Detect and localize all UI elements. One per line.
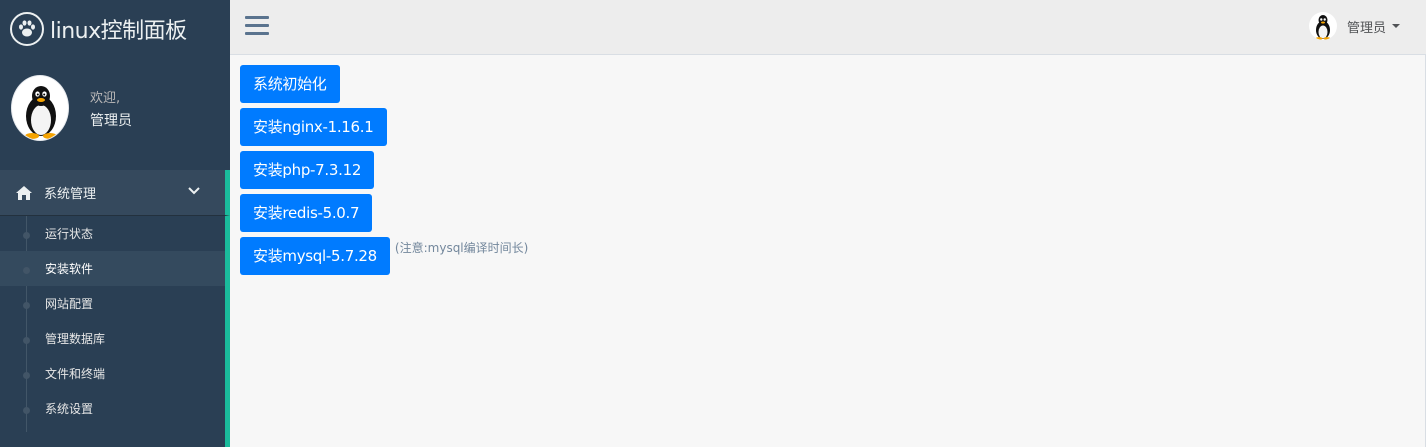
sidebar: linux控制面板 欢迎, 管理员 系统管理 运行状态 安装软件 网站配置 管理…	[0, 0, 230, 447]
sidebar-item-database[interactable]: 管理数据库	[0, 321, 225, 356]
sidebar-item-label: 安装软件	[45, 262, 94, 276]
bullet-icon	[23, 267, 30, 274]
sidebar-item-label: 管理数据库	[45, 332, 106, 346]
sidebar-menu: 系统管理 运行状态 安装软件 网站配置 管理数据库 文件和终端 系统设置	[0, 170, 230, 447]
install-mysql-button[interactable]: 安装mysql-5.7.28	[240, 237, 390, 275]
avatar	[1308, 12, 1337, 40]
chevron-down-icon	[188, 187, 200, 195]
app-title: linux控制面板	[50, 18, 187, 44]
paw-icon	[10, 11, 44, 46]
menu-section-system[interactable]: 系统管理	[0, 170, 230, 216]
top-username: 管理员	[1346, 20, 1386, 36]
sidebar-item-label: 文件和终端	[45, 367, 106, 381]
welcome-text: 欢迎,	[90, 91, 121, 106]
menu-toggle-icon[interactable]	[245, 16, 269, 36]
avatar	[11, 75, 69, 141]
sidebar-item-run-status[interactable]: 运行状态	[0, 216, 225, 251]
brand[interactable]: linux控制面板	[0, 0, 230, 57]
top-nav: 管理员	[230, 0, 1426, 55]
bullet-icon	[23, 337, 30, 344]
sidebar-item-label: 系统设置	[45, 402, 94, 416]
caret-down-icon	[1392, 24, 1400, 28]
sidebar-item-site-config[interactable]: 网站配置	[0, 286, 225, 321]
user-dropdown[interactable]: 管理员	[1308, 11, 1400, 41]
bullet-icon	[23, 407, 30, 414]
install-nginx-button[interactable]: 安装nginx-1.16.1	[240, 108, 387, 146]
bullet-icon	[23, 372, 30, 379]
mysql-note: (注意:mysql编译时间长)	[394, 241, 529, 255]
sidebar-item-files-terminal[interactable]: 文件和终端	[0, 356, 225, 391]
bullet-icon	[23, 302, 30, 309]
bullet-icon	[23, 232, 30, 239]
submenu: 运行状态 安装软件 网站配置 管理数据库 文件和终端 系统设置	[0, 216, 230, 447]
install-redis-button[interactable]: 安装redis-5.0.7	[240, 194, 373, 232]
sidebar-item-label: 运行状态	[45, 227, 94, 241]
install-php-button[interactable]: 安装php-7.3.12	[240, 151, 375, 189]
profile: 欢迎, 管理员	[0, 70, 230, 150]
sidebar-item-install-software[interactable]: 安装软件	[0, 251, 225, 286]
home-icon	[16, 185, 32, 200]
sidebar-item-label: 网站配置	[45, 297, 94, 311]
profile-username: 管理员	[90, 113, 132, 129]
sidebar-item-system-settings[interactable]: 系统设置	[0, 391, 225, 426]
menu-section-label: 系统管理	[44, 187, 97, 202]
init-system-button[interactable]: 系统初始化	[240, 65, 340, 103]
main-content: 系统初始化 安装nginx-1.16.1 安装php-7.3.12 安装redi…	[240, 65, 528, 280]
